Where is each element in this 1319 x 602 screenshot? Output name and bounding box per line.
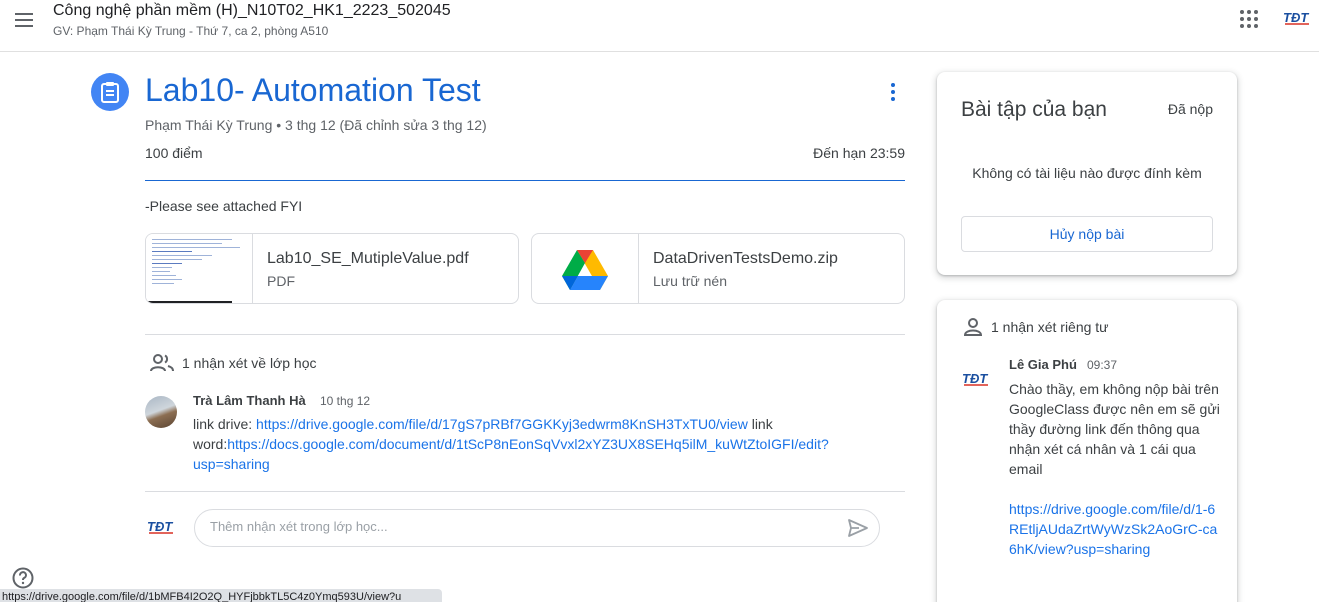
comment-author: Trà Lâm Thanh Hà <box>193 393 306 408</box>
unsubmit-button[interactable]: Hủy nộp bài <box>961 216 1213 252</box>
comment-date: 10 thg 12 <box>320 394 371 408</box>
person-icon <box>963 318 983 336</box>
private-comments-label: 1 nhận xét riêng tư <box>991 319 1109 335</box>
comment-link-docs[interactable]: https://docs.google.com/document/d/1tScP… <box>193 436 829 472</box>
avatar[interactable] <box>145 396 177 428</box>
assignment-points: 100 điểm <box>145 145 203 161</box>
private-comments-card: 1 nhận xét riêng tư TĐT Lê Gia Phú 09:37… <box>937 300 1237 602</box>
top-app-bar: Công nghệ phần mềm (H)_N10T02_HK1_2223_5… <box>0 0 1319 52</box>
section-divider <box>145 491 905 492</box>
pdf-preview-thumbnail <box>146 234 253 303</box>
class-comments-toggle[interactable]: 1 nhận xét về lớp học <box>150 354 317 372</box>
class-comment-box[interactable] <box>194 509 880 547</box>
help-icon[interactable] <box>12 567 34 589</box>
svg-text:TĐT: TĐT <box>962 371 988 386</box>
private-comment-body: Chào thầy, em không nộp bài trên GoogleC… <box>1009 381 1220 477</box>
google-apps-grid-icon[interactable] <box>1240 10 1258 28</box>
comment-body: link drive: https://drive.google.com/fil… <box>193 414 873 474</box>
no-attachments-text: Không có tài liệu nào được đính kèm <box>972 165 1202 181</box>
attachment-thumbnail <box>532 234 639 303</box>
svg-text:TĐT: TĐT <box>1283 10 1309 25</box>
submission-status: Đã nộp <box>1167 101 1213 117</box>
people-icon <box>150 354 174 372</box>
assignment-due: Đến hạn 23:59 <box>813 145 905 161</box>
attachment-name: DataDrivenTestsDemo.zip <box>653 250 838 267</box>
svg-text:TĐT: TĐT <box>147 519 173 534</box>
your-work-title: Bài tập của bạn <box>961 98 1107 121</box>
private-comment-time: 09:37 <box>1087 358 1118 372</box>
your-work-card: Bài tập của bạn Đã nộp Không có tài liệu… <box>937 72 1237 275</box>
google-drive-icon <box>562 250 608 290</box>
assignment-title: Lab10- Automation Test <box>145 72 481 108</box>
assignment-description: -Please see attached FYI <box>145 198 303 214</box>
browser-status-url: https://drive.google.com/file/d/1bMFB4I2… <box>0 589 442 602</box>
class-comments-label: 1 nhận xét về lớp học <box>182 355 317 371</box>
header-divider <box>145 180 905 181</box>
more-options-icon[interactable] <box>888 83 898 103</box>
attachment-name: Lab10_SE_MutipleValue.pdf <box>267 250 469 267</box>
hamburger-menu-icon[interactable] <box>12 8 36 32</box>
class-comment-input[interactable] <box>210 519 830 534</box>
course-subtitle: GV: Phạm Thái Kỳ Trung - Thứ 7, ca 2, ph… <box>53 24 329 38</box>
course-title[interactable]: Công nghệ phần mềm (H)_N10T02_HK1_2223_5… <box>53 2 451 20</box>
tdt-logo-icon: TĐT <box>147 519 173 534</box>
attachment-type: PDF <box>267 273 295 289</box>
comment-link-drive[interactable]: https://drive.google.com/file/d/17gS7pRB… <box>256 416 748 432</box>
send-icon[interactable] <box>847 518 869 538</box>
tdt-logo-icon: TĐT <box>962 371 988 386</box>
private-comments-header[interactable]: 1 nhận xét riêng tư <box>963 318 1109 336</box>
comment-text: link drive: <box>193 416 257 432</box>
assignment-meta: Phạm Thái Kỳ Trung • 3 thg 12 (Đã chỉnh … <box>145 117 487 133</box>
section-divider <box>145 334 905 335</box>
tdt-logo-icon[interactable]: TĐT <box>1282 8 1312 28</box>
attachment-type: Lưu trữ nén <box>653 273 728 289</box>
attachment-card-pdf[interactable]: Lab10_SE_MutipleValue.pdf PDF <box>145 233 519 304</box>
attachment-card-zip[interactable]: DataDrivenTestsDemo.zip Lưu trữ nén <box>531 233 905 304</box>
private-comment-author: Lê Gia Phú <box>1009 357 1077 372</box>
assignment-clipboard-icon <box>91 73 129 111</box>
private-comment-link[interactable]: https://drive.google.com/file/d/1-6REtlj… <box>1009 499 1221 559</box>
